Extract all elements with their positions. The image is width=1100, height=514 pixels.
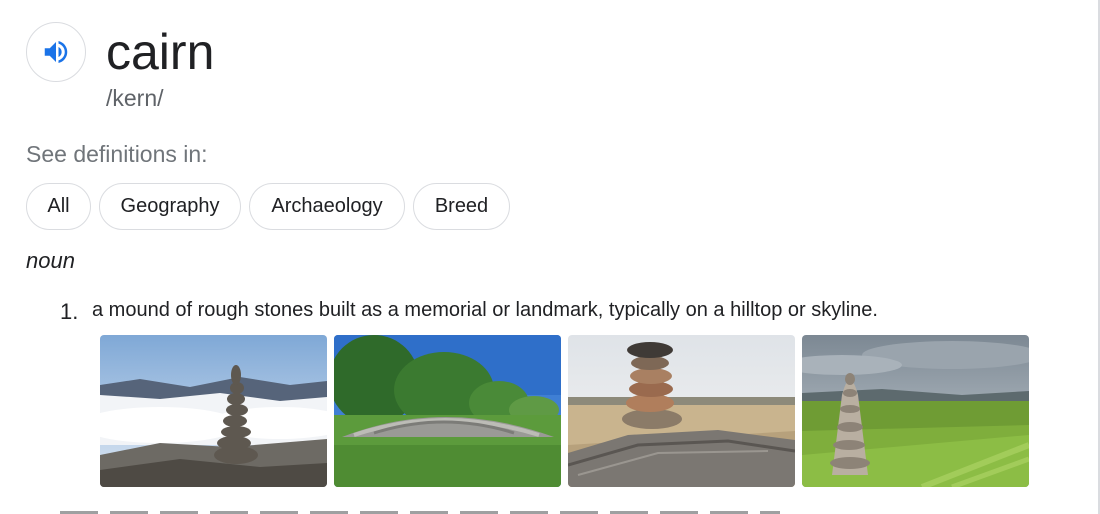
headword: cairn bbox=[106, 24, 215, 80]
pronunciation-audio-button[interactable] bbox=[26, 22, 86, 82]
chip-breed[interactable]: Breed bbox=[413, 183, 510, 230]
chip-geography[interactable]: Geography bbox=[99, 183, 241, 230]
cairn-image-2[interactable] bbox=[334, 335, 561, 487]
chip-archaeology[interactable]: Archaeology bbox=[249, 183, 405, 230]
speaker-icon bbox=[44, 41, 68, 63]
stone-mound-picture bbox=[334, 335, 561, 487]
mountain-cairn-picture bbox=[100, 335, 327, 487]
part-of-speech: noun bbox=[26, 248, 75, 273]
sense-definition: a mound of rough stones built as a memor… bbox=[92, 299, 878, 321]
phonetic-spelling: /kern/ bbox=[106, 85, 164, 111]
sense-number: 1. bbox=[60, 299, 79, 324]
next-sense-partial bbox=[60, 506, 780, 514]
see-definitions-label: See definitions in: bbox=[26, 141, 208, 167]
chip-all[interactable]: All bbox=[26, 183, 91, 230]
stone-pillar-picture bbox=[802, 335, 1029, 487]
definition-domain-chips: All Geography Archaeology Breed bbox=[26, 183, 518, 230]
cairn-image-1[interactable] bbox=[100, 335, 327, 487]
cairn-image-3[interactable] bbox=[568, 335, 795, 487]
stacked-pebbles-picture bbox=[568, 335, 795, 487]
cairn-image-4[interactable] bbox=[802, 335, 1029, 487]
image-strip bbox=[100, 335, 1036, 487]
